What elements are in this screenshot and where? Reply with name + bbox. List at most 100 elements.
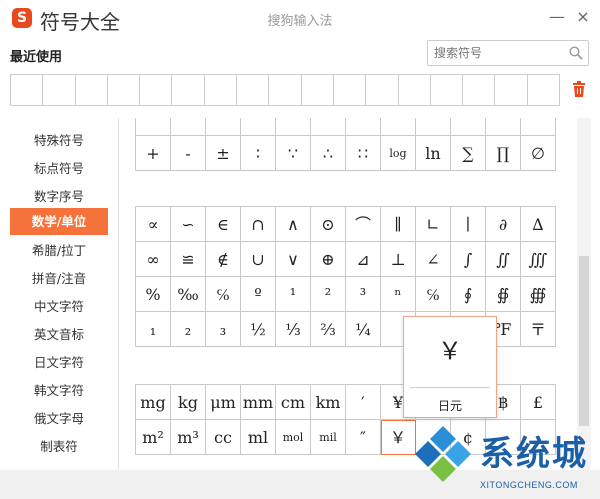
recent-symbol-slot[interactable] — [237, 75, 270, 105]
symbol-cell[interactable]: ml — [241, 420, 276, 455]
symbol-cell[interactable]: ⌒ — [346, 207, 381, 242]
symbol-cell[interactable] — [451, 118, 486, 136]
recent-symbol-slot[interactable] — [76, 75, 108, 105]
symbol-cell[interactable]: + — [136, 136, 171, 171]
symbol-cell[interactable]: ‰ — [171, 277, 206, 312]
symbol-cell[interactable]: ∯ — [486, 277, 521, 312]
symbol-cell[interactable]: kg — [171, 385, 206, 420]
symbol-cell[interactable]: ∞ — [136, 242, 171, 277]
recent-symbol-slot[interactable] — [495, 75, 528, 105]
recent-symbol-slot[interactable] — [366, 75, 399, 105]
symbol-cell[interactable]: ∟ — [416, 207, 451, 242]
symbol-cell[interactable]: ₂ — [171, 312, 206, 347]
symbol-cell[interactable] — [171, 118, 206, 136]
symbol-cell[interactable]: mg — [136, 385, 171, 420]
sidebar-item[interactable]: 中文字符 — [10, 293, 108, 320]
sidebar-item[interactable]: 日文字符 — [10, 349, 108, 376]
sidebar-item[interactable]: 制表符 — [10, 433, 108, 460]
symbol-cell[interactable]: log — [381, 136, 416, 171]
symbol-cell[interactable]: ∆ — [521, 207, 556, 242]
symbol-cell[interactable]: ⊥ — [381, 242, 416, 277]
symbol-cell[interactable]: ∈ — [206, 207, 241, 242]
symbol-cell[interactable]: ∪ — [241, 242, 276, 277]
recent-symbol-slot[interactable] — [172, 75, 205, 105]
symbol-cell[interactable]: ∥ — [381, 207, 416, 242]
symbol-cell[interactable]: ∉ — [206, 242, 241, 277]
scrollbar-thumb[interactable] — [579, 256, 589, 426]
sidebar-item[interactable]: 希腊/拉丁 — [10, 237, 108, 264]
recent-symbol-slot[interactable] — [269, 75, 302, 105]
symbol-cell[interactable]: ∧ — [276, 207, 311, 242]
symbol-cell[interactable]: ± — [206, 136, 241, 171]
trash-icon[interactable] — [572, 81, 586, 97]
symbol-cell[interactable]: mol — [276, 420, 311, 455]
symbol-cell[interactable]: ⊕ — [311, 242, 346, 277]
symbol-cell[interactable]: ³ — [346, 277, 381, 312]
symbol-cell[interactable]: cc — [206, 420, 241, 455]
search-box[interactable] — [427, 40, 589, 66]
recent-symbol-slot[interactable] — [108, 75, 141, 105]
symbol-cell[interactable] — [241, 118, 276, 136]
symbol-cell[interactable]: ∶ — [241, 136, 276, 171]
symbol-cell[interactable]: ℅ — [206, 277, 241, 312]
recent-symbol-slot[interactable] — [463, 75, 496, 105]
recent-symbol-slot[interactable] — [302, 75, 334, 105]
recent-symbol-slot[interactable] — [205, 75, 238, 105]
symbol-cell[interactable]: ∭ — [521, 242, 556, 277]
symbol-cell[interactable]: º — [241, 277, 276, 312]
recent-symbol-slot[interactable] — [528, 75, 559, 105]
symbol-cell[interactable]: cm — [276, 385, 311, 420]
symbol-cell[interactable]: ∫ — [451, 242, 486, 277]
symbol-cell[interactable]: ∩ — [241, 207, 276, 242]
symbol-cell[interactable]: ∮ — [451, 277, 486, 312]
recent-symbol-slot[interactable] — [334, 75, 367, 105]
symbol-cell[interactable]: ∝ — [136, 207, 171, 242]
symbol-cell[interactable]: ¼ — [346, 312, 381, 347]
symbol-cell[interactable]: μm — [206, 385, 241, 420]
symbol-cell[interactable]: - — [171, 136, 206, 171]
recent-symbol-slot[interactable] — [140, 75, 173, 105]
recent-symbol-slot[interactable] — [399, 75, 431, 105]
sidebar-item[interactable]: 俄文字母 — [10, 405, 108, 432]
symbol-cell[interactable]: m² — [136, 420, 171, 455]
symbol-cell[interactable]: km — [311, 385, 346, 420]
scrollbar[interactable] — [577, 118, 591, 470]
search-icon[interactable] — [569, 46, 583, 60]
symbol-cell[interactable]: ∬ — [486, 242, 521, 277]
symbol-cell[interactable]: ₁ — [136, 312, 171, 347]
sidebar-item[interactable]: 韩文字符 — [10, 377, 108, 404]
symbol-cell[interactable]: ∰ — [521, 277, 556, 312]
symbol-cell[interactable] — [136, 118, 171, 136]
symbol-cell[interactable] — [521, 118, 556, 136]
symbol-cell[interactable]: ⁿ — [381, 277, 416, 312]
symbol-cell[interactable] — [276, 118, 311, 136]
symbol-cell[interactable]: ∨ — [276, 242, 311, 277]
symbol-cell[interactable]: mil — [311, 420, 346, 455]
symbol-cell[interactable]: ″ — [346, 420, 381, 455]
symbol-cell[interactable] — [206, 118, 241, 136]
symbol-cell[interactable] — [346, 118, 381, 136]
recent-symbol-slot[interactable] — [431, 75, 464, 105]
symbol-cell[interactable]: ∵ — [276, 136, 311, 171]
recent-symbol-slot[interactable] — [11, 75, 44, 105]
symbol-cell[interactable]: ⅓ — [276, 312, 311, 347]
symbol-cell[interactable]: ∂ — [486, 207, 521, 242]
symbol-cell[interactable]: ∏ — [486, 136, 521, 171]
symbol-cell[interactable]: 〒 — [521, 312, 556, 347]
symbol-cell[interactable]: ′ — [346, 385, 381, 420]
symbol-cell[interactable] — [311, 118, 346, 136]
symbol-cell[interactable]: ⊿ — [346, 242, 381, 277]
symbol-cell[interactable]: ⅔ — [311, 312, 346, 347]
symbol-cell[interactable]: ∠ — [416, 242, 451, 277]
symbol-cell[interactable]: ∑ — [451, 136, 486, 171]
symbol-cell[interactable]: ∣ — [451, 207, 486, 242]
symbol-cell[interactable]: £ — [521, 385, 556, 420]
symbol-cell[interactable] — [381, 118, 416, 136]
recent-symbol-slot[interactable] — [43, 75, 76, 105]
symbol-cell[interactable]: ℅ — [416, 277, 451, 312]
symbol-cell[interactable]: ¹ — [276, 277, 311, 312]
sidebar-item[interactable]: 特殊符号 — [10, 127, 108, 154]
symbol-cell[interactable]: ∷ — [346, 136, 381, 171]
symbol-cell[interactable]: ≌ — [171, 242, 206, 277]
symbol-cell[interactable]: ² — [311, 277, 346, 312]
